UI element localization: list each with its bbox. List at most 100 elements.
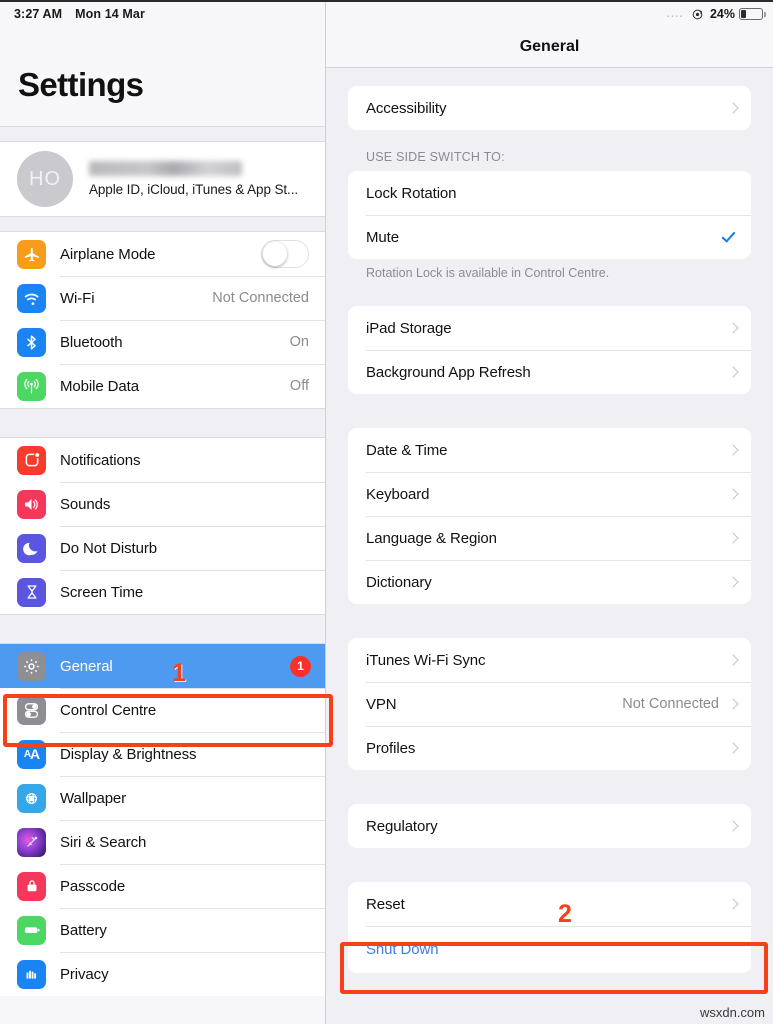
sidebar-item-airplane-mode[interactable]: Airplane Mode: [0, 232, 325, 276]
section-header-side-switch: USE SIDE SWITCH TO:: [366, 150, 505, 164]
sidebar-item-bluetooth[interactable]: Bluetooth On: [0, 320, 325, 364]
sidebar-label: Bluetooth: [60, 333, 123, 351]
annotation-step-1: 1: [172, 659, 186, 687]
row-lock-rotation[interactable]: Lock Rotation: [348, 171, 751, 215]
do-not-disturb-icon: [17, 533, 46, 563]
section-reset-shutdown: Reset Shut Down: [348, 882, 751, 973]
row-accessibility[interactable]: Accessibility: [348, 86, 751, 130]
sidebar-label: Mobile Data: [60, 377, 139, 395]
sidebar-item-wifi[interactable]: Wi-Fi Not Connected: [0, 276, 325, 320]
gear-icon: [17, 651, 46, 681]
section-storage: iPad Storage Background App Refresh: [348, 306, 751, 394]
mobile-data-status-value: Off: [289, 378, 309, 394]
chevron-right-icon: [727, 654, 739, 666]
bluetooth-status-value: On: [289, 334, 309, 350]
sidebar-divider-2: [0, 408, 325, 438]
sidebar-item-screen-time[interactable]: Screen Time: [0, 570, 325, 614]
row-shut-down[interactable]: Shut Down: [348, 926, 751, 973]
row-profiles[interactable]: Profiles: [348, 726, 751, 770]
general-detail-panel: .... 24% General Accessibility USE SIDE …: [326, 2, 773, 1024]
sidebar-group-connectivity: Airplane Mode Wi-Fi Not Connected Blueto…: [0, 232, 325, 408]
sidebar-label: Notifications: [60, 451, 141, 469]
mobile-data-icon: [17, 371, 46, 401]
chevron-right-icon: [727, 322, 739, 334]
section-sync-vpn: iTunes Wi-Fi Sync VPN Not Connected Prof…: [348, 638, 751, 770]
page-title: Settings: [18, 66, 144, 103]
section-regulatory: Regulatory: [348, 804, 751, 848]
row-language-region[interactable]: Language & Region: [348, 516, 751, 560]
rotation-lock-icon: [691, 8, 704, 21]
sidebar-label: Siri & Search: [60, 833, 147, 851]
row-label: Date & Time: [366, 441, 448, 459]
section-accessibility: Accessibility: [348, 86, 751, 130]
sounds-icon: [17, 489, 46, 519]
account-name-redacted: [89, 161, 242, 176]
chevron-right-icon: [727, 488, 739, 500]
row-background-app-refresh[interactable]: Background App Refresh: [348, 350, 751, 394]
sidebar-group-notifications: Notifications Sounds Do Not Disturb Scre…: [0, 438, 325, 614]
sidebar-divider-top: [0, 126, 325, 142]
row-dictionary[interactable]: Dictionary: [348, 560, 751, 604]
sidebar-label: Screen Time: [60, 583, 144, 601]
panel-header-title: General: [326, 26, 773, 68]
sidebar-item-sounds[interactable]: Sounds: [0, 482, 325, 526]
row-label: Accessibility: [366, 99, 447, 117]
wifi-icon: [17, 283, 46, 313]
sidebar-item-notifications[interactable]: Notifications: [0, 438, 325, 482]
sidebar-item-wallpaper[interactable]: Wallpaper: [0, 776, 325, 820]
row-date-time[interactable]: Date & Time: [348, 428, 751, 472]
settings-sidebar: 3:27 AM Mon 14 Mar Settings HO Apple ID,…: [0, 2, 326, 1024]
chevron-right-icon: [727, 532, 739, 544]
airplane-mode-toggle[interactable]: [261, 240, 309, 268]
sidebar-item-do-not-disturb[interactable]: Do Not Disturb: [0, 526, 325, 570]
row-vpn[interactable]: VPN Not Connected: [348, 682, 751, 726]
siri-icon: [17, 827, 46, 857]
sidebar-item-privacy[interactable]: Privacy: [0, 952, 325, 996]
display-brightness-icon: AA: [17, 739, 46, 769]
row-reset[interactable]: Reset: [348, 882, 751, 926]
section-locale: Date & Time Keyboard Language & Region D…: [348, 428, 751, 604]
row-regulatory[interactable]: Regulatory: [348, 804, 751, 848]
sidebar-status-bar: 3:27 AM Mon 14 Mar: [0, 2, 325, 26]
row-mute[interactable]: Mute: [348, 215, 751, 259]
bluetooth-icon: [17, 327, 46, 357]
row-ipad-storage[interactable]: iPad Storage: [348, 306, 751, 350]
row-label: Regulatory: [366, 817, 438, 835]
chevron-right-icon: [727, 102, 739, 114]
battery-icon: [17, 915, 46, 945]
row-label: Reset: [366, 895, 405, 913]
row-label: Profiles: [366, 739, 416, 757]
sidebar-divider-1: [0, 216, 325, 232]
chevron-right-icon: [727, 698, 739, 710]
sidebar-item-battery[interactable]: Battery: [0, 908, 325, 952]
row-label: iPad Storage: [366, 319, 452, 337]
row-itunes-wifi-sync[interactable]: iTunes Wi-Fi Sync: [348, 638, 751, 682]
sidebar-item-general[interactable]: General 1: [0, 644, 325, 688]
status-time: 3:27 AM: [14, 7, 63, 21]
chevron-right-icon: [727, 898, 739, 910]
airplane-icon: [17, 239, 46, 269]
annotation-step-2: 2: [558, 900, 572, 928]
row-label: Keyboard: [366, 485, 430, 503]
sidebar-item-display-brightness[interactable]: AA Display & Brightness: [0, 732, 325, 776]
sidebar-label: Wi-Fi: [60, 289, 95, 307]
ipad-settings-screen: 3:27 AM Mon 14 Mar Settings HO Apple ID,…: [0, 0, 773, 1024]
sidebar-item-mobile-data[interactable]: Mobile Data Off: [0, 364, 325, 408]
chevron-right-icon: [727, 742, 739, 754]
sidebar-group-system: General 1 Control Centre AA Display & Br…: [0, 644, 325, 996]
sidebar-label: Sounds: [60, 495, 111, 513]
sidebar-item-passcode[interactable]: Passcode: [0, 864, 325, 908]
apple-id-account-row[interactable]: HO Apple ID, iCloud, iTunes & App St...: [0, 142, 325, 216]
row-label: VPN: [366, 695, 397, 713]
sidebar-label: Passcode: [60, 877, 126, 895]
chevron-right-icon: [727, 820, 739, 832]
row-keyboard[interactable]: Keyboard: [348, 472, 751, 516]
account-subtitle: Apple ID, iCloud, iTunes & App St...: [89, 182, 299, 197]
row-label: Lock Rotation: [366, 184, 457, 202]
sidebar-item-control-centre[interactable]: Control Centre: [0, 688, 325, 732]
battery-fill: [741, 10, 747, 18]
sidebar-item-siri-search[interactable]: Siri & Search: [0, 820, 325, 864]
section-footer-side-switch: Rotation Lock is available in Control Ce…: [366, 266, 610, 280]
